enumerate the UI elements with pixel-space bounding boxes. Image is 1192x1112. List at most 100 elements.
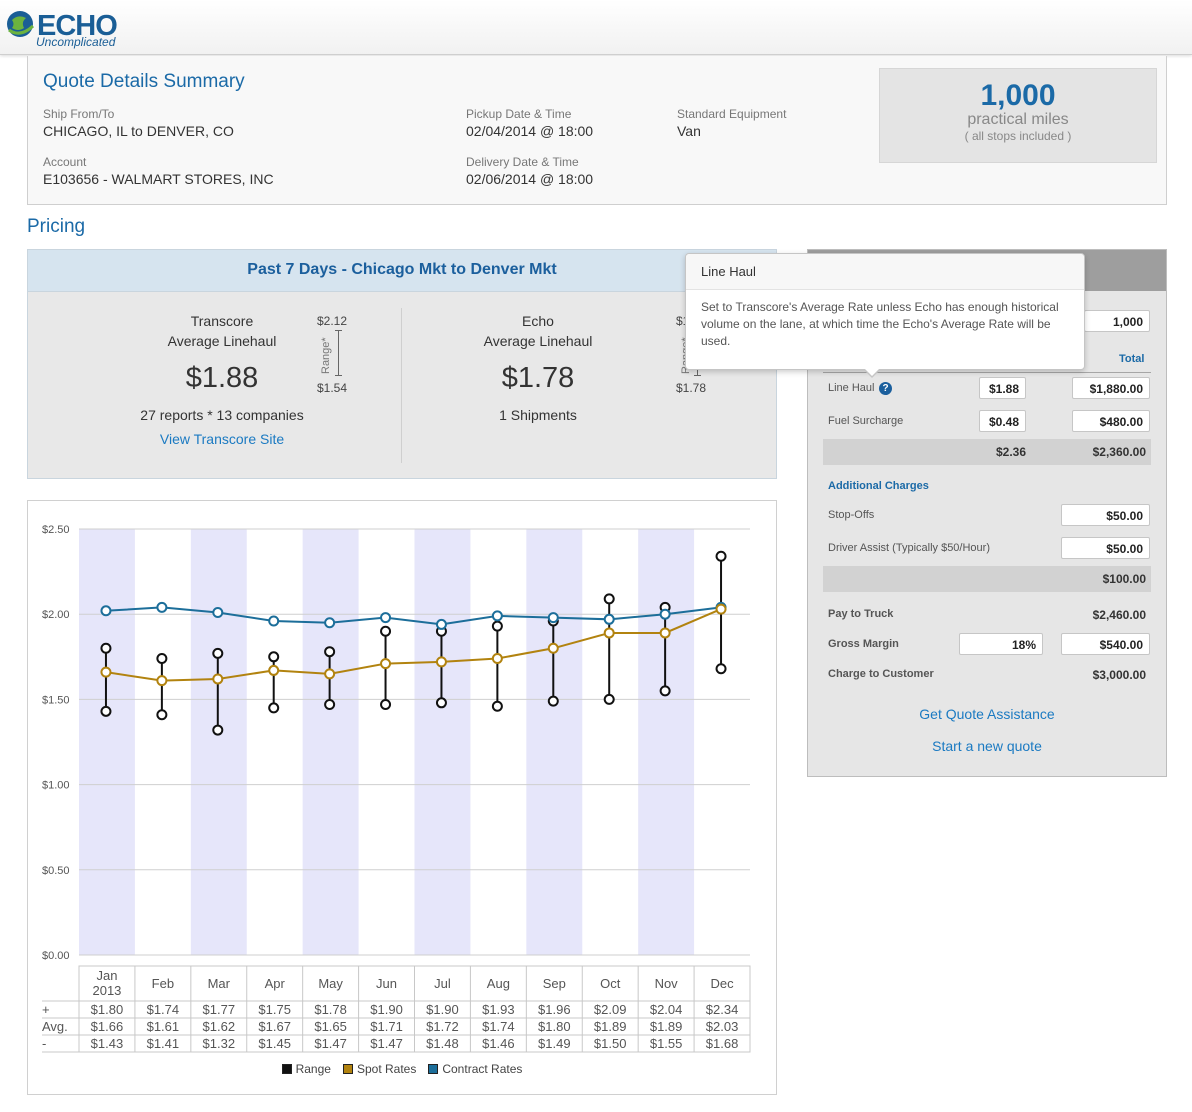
x-tick-label: Apr [265,976,286,991]
series-point [435,656,447,668]
line-haul-rate-input[interactable]: $1.88 [979,377,1026,399]
rate-history-chart: $0.00 $0.50 $1.00 $1.50 $2.00 $2.50 Jan2013 Feb… [42,524,751,1053]
total-column-header: Total [1119,353,1145,365]
tooltip-arrow-fill [864,368,880,376]
table-cell: $1.80 [538,1019,571,1034]
stop-offs-input[interactable]: $50.00 [1061,504,1150,526]
legend-label: Spot Rates [356,1062,417,1076]
start-new-quote-link[interactable]: Start a new quote [808,738,1166,754]
legend-swatch [428,1064,439,1074]
line-haul-total-input[interactable]: $1,880.00 [1072,377,1150,399]
month-column-shade [190,529,247,955]
legend-item[interactable]: Range [281,1062,331,1076]
fuel-total-input[interactable]: $480.00 [1072,410,1150,432]
range-low-point [435,697,447,709]
miles-note: ( all stops included ) [964,129,1072,143]
echo-range-low: $1.78 [676,381,707,395]
x-tick-label: Jul [434,976,451,991]
table-cell: $1.74 [147,1002,180,1017]
series-point [324,668,336,680]
tooltip-body: Set to Transcore's Average Rate unless E… [701,300,1059,348]
table-cell: $1.93 [482,1002,515,1017]
echo-stat: 1 Shipments [499,407,577,423]
table-cell: $1.32 [203,1036,236,1051]
echo-column: Echo Average Linehaul $1.78 1 Shipments [448,311,628,423]
range-low-point [491,700,503,712]
table-cell: $1.43 [91,1036,124,1051]
x-tick-label: Mar [208,976,231,991]
table-cell: $1.80 [91,1002,124,1017]
additional-total: $100.00 [1102,572,1146,586]
driver-assist-input[interactable]: $50.00 [1061,537,1150,559]
series-point [268,664,280,676]
rate-history-chart-panel: $0.00 $0.50 $1.00 $1.50 $2.00 $2.50 Jan 2013 Feb… [27,500,777,1095]
legend-label: Contract Rates [442,1062,523,1076]
table-cell: $1.66 [91,1019,124,1034]
transcore-range-cap-bottom [335,375,342,376]
series-point [659,627,671,639]
x-tick-label: 2013 [92,983,121,998]
fuel-rate-input[interactable]: $0.48 [979,410,1026,432]
echo-name: Echo [522,313,554,329]
market-divider [401,308,402,463]
chart-legend: Range Spot Rates Contract Rates [28,1062,776,1076]
range-low-point [156,709,168,721]
ship-label: Ship From/To [43,107,115,121]
range-low-point [100,705,112,717]
series-point [547,642,559,654]
table-cell: $1.46 [482,1036,515,1051]
gross-margin-pct-input[interactable]: 18% [959,633,1043,655]
y-tick-label: $0.50 [42,865,70,877]
series-point [212,673,224,685]
account-label: Account [43,155,87,169]
table-cell: $1.89 [594,1019,627,1034]
equipment-label: Standard Equipment [677,107,787,121]
range-low-point [380,699,392,711]
gross-margin-label: Gross Margin [828,638,899,650]
pickup-label: Pickup Date & Time [466,107,572,121]
delivery-value: 02/06/2014 @ 18:00 [466,171,594,187]
series-point [491,610,503,622]
y-tick-label: $0.00 [42,950,70,962]
view-transcore-link[interactable]: View Transcore Site [112,431,332,447]
month-column-shade [414,529,471,955]
additional-charges-title: Additional Charges [828,480,929,492]
legend-item[interactable]: Contract Rates [428,1062,522,1076]
y-tick-label: $2.50 [42,524,70,536]
range-low-point [212,724,224,736]
pickup-value: 02/04/2014 @ 18:00 [466,123,594,139]
miles-input[interactable]: 1,000 [1084,310,1150,332]
line-haul-tooltip: Line Haul Set to Transcore's Average Rat… [685,253,1085,378]
range-high-point [380,625,392,637]
delivery-label: Delivery Date & Time [466,155,579,169]
series-point [268,615,280,627]
tooltip-title: Line Haul [686,254,1084,290]
equipment-value: Van [677,123,701,139]
table-cell: $1.96 [538,1002,571,1017]
gross-margin-value-input[interactable]: $540.00 [1061,633,1150,655]
quote-details-summary: Quote Details Summary Ship From/To CHICA… [27,56,1167,205]
legend-item[interactable]: Spot Rates [342,1062,417,1076]
series-point [547,612,559,624]
y-tick-label: $1.50 [42,694,70,706]
practical-miles-box: 1,000 practical miles ( all stops includ… [879,68,1157,163]
table-cell: $2.04 [650,1002,683,1017]
x-tick-label: May [318,976,343,991]
ship-value: CHICAGO, IL to DENVER, CO [43,123,234,139]
pay-to-truck-value: $2,460.00 [1092,608,1146,622]
range-high-point [491,620,503,632]
echo-subtitle: Average Linehaul [483,333,593,349]
range-high-point [156,653,168,665]
subtotal-rate: $2.36 [995,445,1026,459]
table-row-label: - [42,1036,46,1051]
table-cell: $1.65 [314,1019,347,1034]
range-low-point [268,702,280,714]
echo-range-cap-bottom [694,375,701,376]
echo-logo[interactable]: ECHO Uncomplicated [6,6,146,50]
get-quote-assistance-link[interactable]: Get Quote Assistance [808,706,1166,722]
range-high-point [100,642,112,654]
transcore-name: Transcore [190,313,254,329]
help-icon[interactable]: ? [879,382,892,395]
series-point [715,603,727,615]
charge-to-customer-value: $3,000.00 [1092,668,1146,682]
